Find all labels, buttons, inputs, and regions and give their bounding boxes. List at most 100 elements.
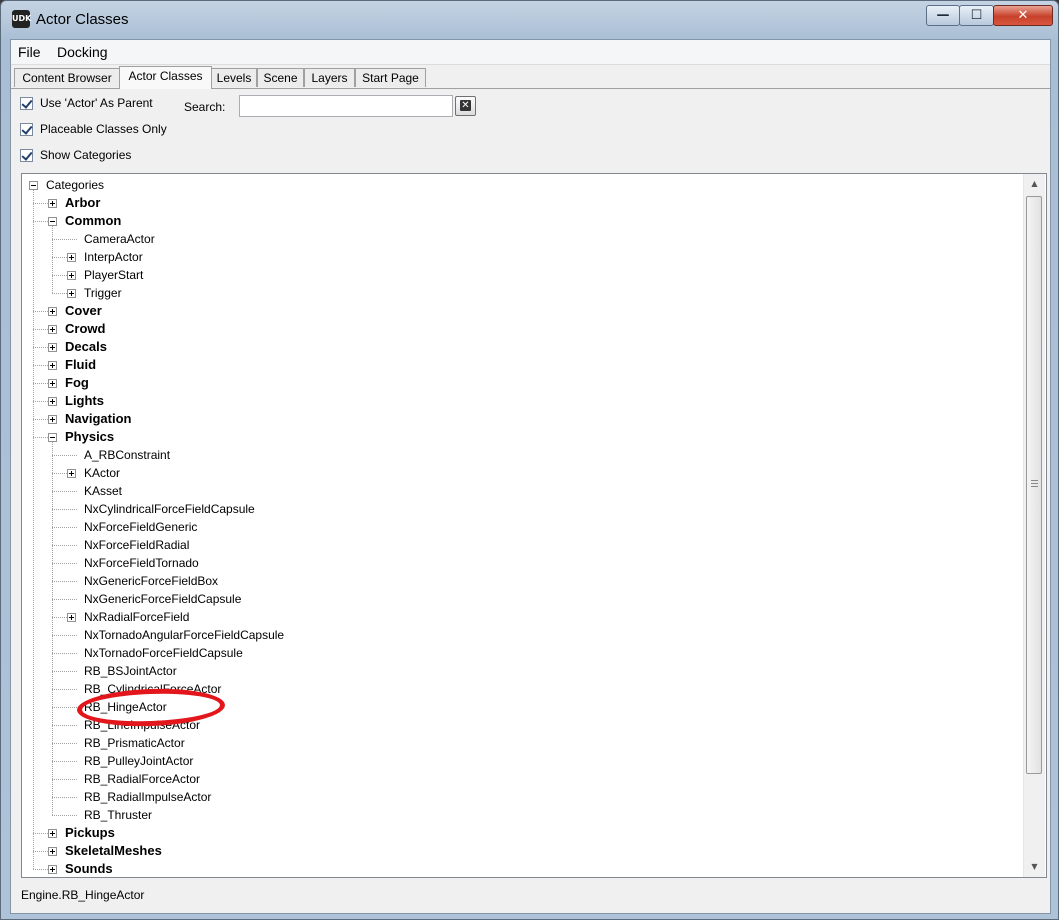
- tree-connector-line: [33, 311, 48, 312]
- tree-item-rb-thruster[interactable]: RB_Thruster: [84, 806, 152, 824]
- expand-plus-icon[interactable]: [48, 343, 57, 352]
- tree-item-cameraactor[interactable]: CameraActor: [84, 230, 155, 248]
- tree-item-fluid[interactable]: Fluid: [65, 356, 96, 374]
- window-client-area: File Docking Content Browser Actor Class…: [10, 39, 1051, 914]
- tree-item-nxradialforcefield[interactable]: NxRadialForceField: [84, 608, 189, 626]
- expand-plus-icon[interactable]: [67, 271, 76, 280]
- vertical-scrollbar[interactable]: ▲ ▼: [1023, 174, 1045, 877]
- tree-connector-line: [33, 203, 48, 204]
- expand-plus-icon[interactable]: [48, 415, 57, 424]
- tree-item-nxcylindricalforcefieldcapsule[interactable]: NxCylindricalForceFieldCapsule: [84, 500, 255, 518]
- tree-item-nxtornadoangularforcefieldcapsule[interactable]: NxTornadoAngularForceFieldCapsule: [84, 626, 284, 644]
- tree-connector-line: [52, 725, 77, 726]
- expand-plus-icon[interactable]: [48, 307, 57, 316]
- expand-plus-icon[interactable]: [48, 865, 57, 874]
- tree-item-rb-hingeactor[interactable]: RB_HingeActor: [84, 698, 167, 716]
- tree-item-pickups[interactable]: Pickups: [65, 824, 115, 842]
- tab-levels[interactable]: Levels: [211, 68, 257, 87]
- menu-bar: File Docking: [11, 40, 1050, 65]
- tree-connector-line: [52, 275, 67, 276]
- tree-item-rb-pulleyjointactor[interactable]: RB_PulleyJointActor: [84, 752, 193, 770]
- tab-actor-classes[interactable]: Actor Classes: [119, 66, 212, 89]
- tab-start-page[interactable]: Start Page: [355, 68, 426, 87]
- tree-connector-line: [33, 833, 48, 834]
- tree-item-navigation[interactable]: Navigation: [65, 410, 131, 428]
- collapse-minus-icon[interactable]: [48, 433, 57, 442]
- expand-plus-icon[interactable]: [48, 829, 57, 838]
- tree-item-decals[interactable]: Decals: [65, 338, 107, 356]
- expand-plus-icon[interactable]: [48, 325, 57, 334]
- use-actor-parent-checkbox[interactable]: [20, 97, 33, 110]
- tree-item-nxforcefieldradial[interactable]: NxForceFieldRadial: [84, 536, 189, 554]
- class-tree: Categories Arbor Common CameraActor InterpAc…: [22, 174, 1022, 877]
- status-bar-text: Engine.RB_HingeActor: [21, 888, 145, 902]
- expand-plus-icon[interactable]: [48, 199, 57, 208]
- tree-item-cover[interactable]: Cover: [65, 302, 102, 320]
- tree-item-playerstart[interactable]: PlayerStart: [84, 266, 143, 284]
- tree-item-rb-radialforceactor[interactable]: RB_RadialForceActor: [84, 770, 200, 788]
- tree-connector-line: [52, 509, 77, 510]
- scroll-down-arrow-icon[interactable]: ▼: [1024, 857, 1045, 877]
- tree-item-fog[interactable]: Fog: [65, 374, 89, 392]
- tree-connector-line: [33, 401, 48, 402]
- tree-guide-line: [52, 442, 53, 815]
- collapse-minus-icon[interactable]: [48, 217, 57, 226]
- class-tree-panel: Categories Arbor Common CameraActor InterpAc…: [21, 173, 1047, 878]
- tree-connector-line: [52, 797, 77, 798]
- show-categories-checkbox[interactable]: [20, 149, 33, 162]
- placeable-only-checkbox[interactable]: [20, 123, 33, 136]
- tree-item-rb-radialimpulseactor[interactable]: RB_RadialImpulseActor: [84, 788, 211, 806]
- maximize-button[interactable]: ☐: [959, 5, 994, 26]
- tree-item-kasset[interactable]: KAsset: [84, 482, 122, 500]
- tree-item-arbor[interactable]: Arbor: [65, 194, 100, 212]
- collapse-minus-icon[interactable]: [29, 181, 38, 190]
- tree-item-rb-lineimpulseactor[interactable]: RB_LineImpulseActor: [84, 716, 200, 734]
- menu-docking[interactable]: Docking: [57, 44, 108, 60]
- tree-item-physics[interactable]: Physics: [65, 428, 114, 446]
- tree-item-nxgenericforcefieldbox[interactable]: NxGenericForceFieldBox: [84, 572, 218, 590]
- tree-item-nxtornadoforcefieldcapsule[interactable]: NxTornadoForceFieldCapsule: [84, 644, 243, 662]
- expand-plus-icon[interactable]: [48, 847, 57, 856]
- tree-item-crowd[interactable]: Crowd: [65, 320, 105, 338]
- expand-plus-icon[interactable]: [67, 289, 76, 298]
- tree-item-categories[interactable]: Categories: [46, 176, 104, 194]
- tree-item-lights[interactable]: Lights: [65, 392, 104, 410]
- tab-content-browser[interactable]: Content Browser: [14, 68, 120, 87]
- expand-plus-icon[interactable]: [48, 379, 57, 388]
- tree-connector-line: [52, 743, 77, 744]
- expand-plus-icon[interactable]: [67, 613, 76, 622]
- tree-item-skeletalmeshes[interactable]: SkeletalMeshes: [65, 842, 162, 860]
- scroll-thumb[interactable]: [1026, 196, 1042, 774]
- tree-connector-line: [52, 599, 77, 600]
- tree-item-nxgenericforcefieldcapsule[interactable]: NxGenericForceFieldCapsule: [84, 590, 241, 608]
- tree-item-sounds[interactable]: Sounds: [65, 860, 113, 877]
- tree-connector-line: [52, 779, 77, 780]
- minimize-button[interactable]: —: [926, 5, 960, 26]
- tree-item-nxforcefieldtornado[interactable]: NxForceFieldTornado: [84, 554, 199, 572]
- expand-plus-icon[interactable]: [67, 469, 76, 478]
- expand-plus-icon[interactable]: [67, 253, 76, 262]
- tree-item-trigger[interactable]: Trigger: [84, 284, 122, 302]
- search-input[interactable]: [239, 95, 453, 117]
- tree-item-interpactor[interactable]: InterpActor: [84, 248, 143, 266]
- tree-item-rb-bsjointactor[interactable]: RB_BSJointActor: [84, 662, 177, 680]
- tree-item-rb-cylindricalforceactor[interactable]: RB_CylindricalForceActor: [84, 680, 221, 698]
- tree-item-a-rbconstraint[interactable]: A_RBConstraint: [84, 446, 170, 464]
- clear-search-button[interactable]: ✕: [455, 96, 476, 116]
- menu-file[interactable]: File: [18, 44, 41, 60]
- tree-connector-line: [52, 473, 67, 474]
- tree-connector-line: [52, 707, 77, 708]
- tree-item-kactor[interactable]: KActor: [84, 464, 120, 482]
- expand-plus-icon[interactable]: [48, 397, 57, 406]
- close-button[interactable]: ✕: [993, 5, 1053, 26]
- scroll-up-arrow-icon[interactable]: ▲: [1024, 174, 1045, 194]
- tree-item-common[interactable]: Common: [65, 212, 121, 230]
- tree-connector-line: [33, 419, 48, 420]
- tree-item-nxforcefieldgeneric[interactable]: NxForceFieldGeneric: [84, 518, 197, 536]
- tree-item-rb-prismaticactor[interactable]: RB_PrismaticActor: [84, 734, 185, 752]
- tab-layers[interactable]: Layers: [304, 68, 355, 87]
- title-bar[interactable]: UDK Actor Classes — ☐ ✕: [1, 1, 1058, 39]
- tab-scene[interactable]: Scene: [257, 68, 304, 87]
- tree-connector-line: [33, 437, 48, 438]
- expand-plus-icon[interactable]: [48, 361, 57, 370]
